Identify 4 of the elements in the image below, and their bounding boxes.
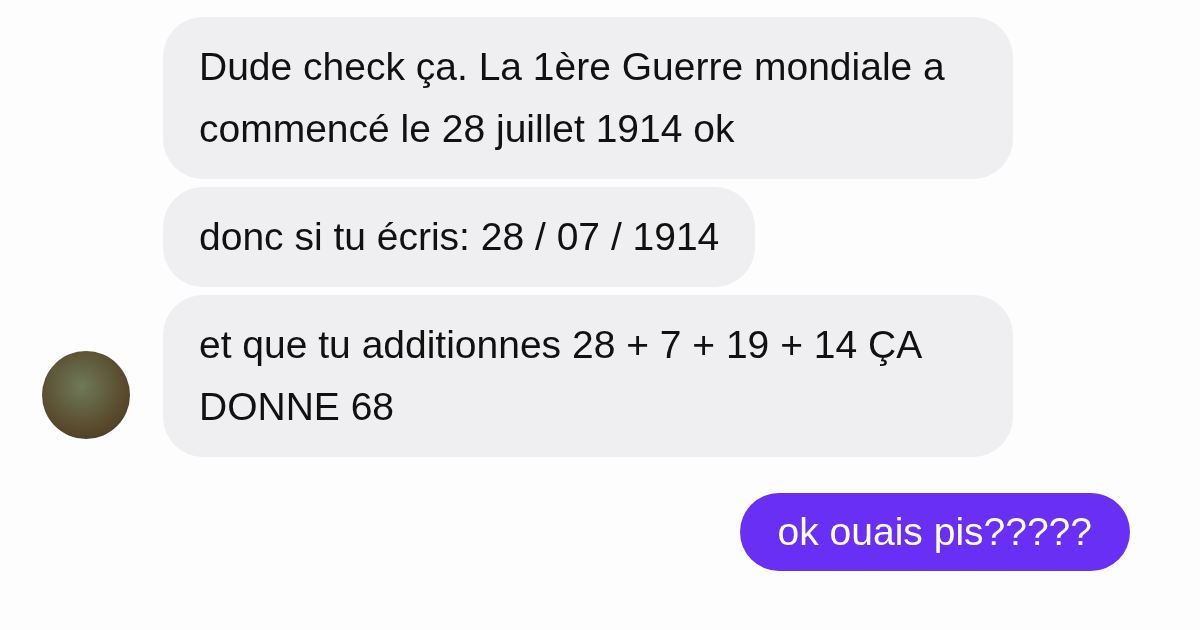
message-bubble: Dude check ça. La 1ère Guerre mondiale a commencé le 28 juillet 1914 ok	[163, 17, 1013, 179]
message-bubble: et que tu additionnes 28 + 7 + 19 + 14 ÇA DONNE 68	[163, 295, 1013, 457]
message-bubble: donc si tu écris: 28 / 07 / 1914	[163, 187, 756, 287]
message-bubble: ok ouais pis?????	[739, 493, 1130, 571]
